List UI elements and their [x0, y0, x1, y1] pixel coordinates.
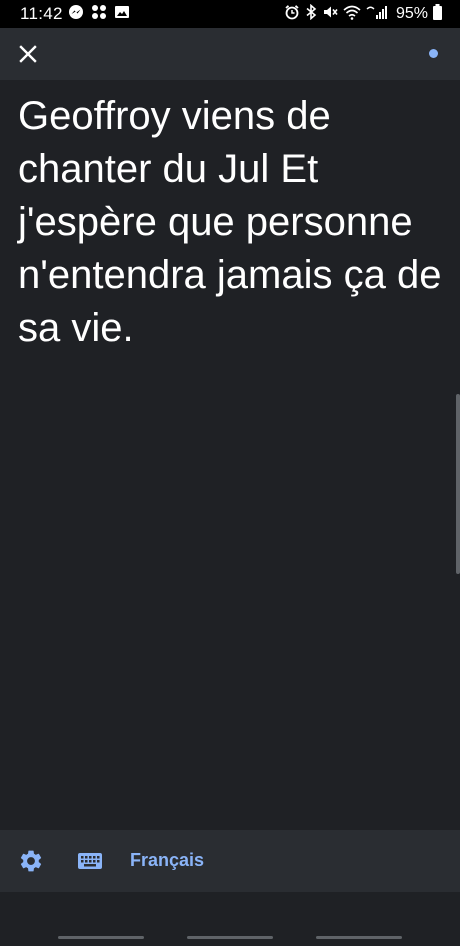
nav-recents-button[interactable] — [58, 936, 144, 939]
battery-icon — [433, 3, 442, 25]
app-bar — [0, 28, 460, 80]
close-button[interactable] — [12, 38, 44, 70]
transcript-area: Geoffroy viens de chanter du Jul Et j'es… — [0, 80, 460, 830]
bluetooth-icon — [305, 3, 317, 25]
close-icon — [19, 45, 37, 63]
status-bar: 11:42 95% — [0, 0, 460, 28]
transcript-text: Geoffroy viens de chanter du Jul Et j'es… — [18, 94, 442, 350]
language-selector[interactable]: Français — [130, 850, 204, 871]
gear-icon — [20, 850, 42, 872]
status-time: 11:42 — [20, 4, 63, 23]
navigation-bar — [0, 892, 460, 946]
status-system-icons: 95% — [284, 3, 442, 25]
battery-percent: 95% — [395, 5, 428, 22]
wifi-icon — [343, 4, 361, 25]
messenger-icon — [68, 4, 84, 25]
bottom-toolbar: Français — [0, 830, 460, 892]
nav-back-button[interactable] — [316, 936, 402, 939]
keyboard-icon — [78, 853, 102, 869]
status-notification-icons — [68, 4, 130, 24]
app-grid-icon — [91, 4, 107, 25]
mute-icon — [322, 4, 338, 25]
gallery-icon — [114, 4, 130, 25]
scroll-indicator[interactable] — [456, 394, 460, 574]
listening-indicator — [429, 49, 438, 58]
alarm-icon — [284, 4, 300, 25]
settings-button[interactable] — [18, 848, 44, 874]
nav-home-button[interactable] — [187, 936, 273, 939]
keyboard-button[interactable] — [77, 849, 103, 873]
signal-icon — [366, 4, 388, 25]
